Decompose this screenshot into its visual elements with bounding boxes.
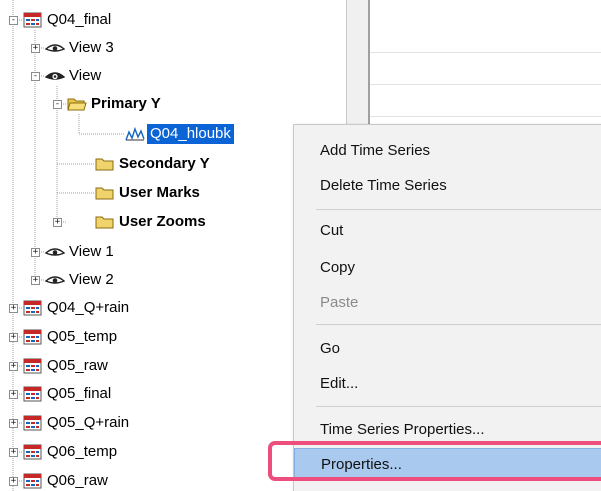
- eye-open-icon: [45, 68, 65, 84]
- tree-item-label: View 1: [69, 243, 114, 260]
- expand-toggle[interactable]: +: [31, 248, 40, 257]
- expand-toggle[interactable]: +: [9, 477, 18, 486]
- tree-item-view-1[interactable]: View 1: [45, 240, 114, 264]
- tree-item-q05-temp[interactable]: Q05_temp: [23, 325, 117, 349]
- expand-toggle[interactable]: +: [31, 44, 40, 53]
- tree-item-label: Primary Y: [91, 95, 161, 112]
- menu-separator: [316, 209, 601, 210]
- menu-separator: [316, 324, 601, 325]
- expand-toggle[interactable]: +: [31, 276, 40, 285]
- folder-icon: [95, 214, 115, 230]
- expand-toggle[interactable]: +: [53, 218, 62, 227]
- tree-item-q05-raw[interactable]: Q05_raw: [23, 354, 108, 378]
- tree-item-q04-final[interactable]: Q04_final: [23, 8, 111, 32]
- tree-item-label: View 3: [69, 39, 114, 56]
- expand-toggle[interactable]: +: [9, 390, 18, 399]
- tree-item-label: Q05_temp: [47, 328, 118, 345]
- eye-icon: [45, 272, 65, 288]
- collapse-toggle[interactable]: -: [53, 100, 62, 109]
- menu-item-paste[interactable]: Paste: [294, 287, 601, 317]
- tree-item-view[interactable]: View: [45, 64, 101, 88]
- eye-icon: [45, 244, 65, 260]
- menu-item-cut[interactable]: Cut: [294, 215, 601, 245]
- tree-item-user-zooms[interactable]: User Zooms: [95, 210, 206, 234]
- grid-line: [370, 84, 601, 85]
- expand-toggle[interactable]: +: [9, 448, 18, 457]
- tree-item-label: View 2: [69, 271, 114, 288]
- tree-item-view-2[interactable]: View 2: [45, 268, 114, 292]
- time-series-chart-icon: [125, 126, 145, 142]
- menu-item-go[interactable]: Go: [294, 333, 601, 363]
- expand-toggle[interactable]: +: [9, 304, 18, 313]
- tree-item-primary-y[interactable]: Primary Y: [67, 92, 161, 116]
- tree-item-q05-q-rain[interactable]: Q05_Q+rain: [23, 411, 129, 435]
- expand-toggle[interactable]: +: [9, 362, 18, 371]
- workspace-window: - + - - + + + + + + + + + + Q04_final Vi…: [0, 0, 601, 491]
- tree-item-secondary-y[interactable]: Secondary Y: [95, 152, 210, 176]
- tree-item-label: Q06_raw: [47, 472, 108, 489]
- timeseries-file-icon: [23, 329, 43, 345]
- tree-item-label: Q05_Q+rain: [47, 414, 130, 431]
- timeseries-file-icon: [23, 386, 43, 402]
- folder-icon: [95, 185, 115, 201]
- menu-item-edit[interactable]: Edit...: [294, 368, 601, 398]
- timeseries-file-icon: [23, 473, 43, 489]
- menu-item-delete-time-series[interactable]: Delete Time Series: [294, 170, 601, 200]
- tree-item-label: Q04_Q+rain: [47, 299, 130, 316]
- menu-item-properties[interactable]: Properties...: [294, 448, 601, 480]
- tree-item-label: Q06_temp: [47, 443, 118, 460]
- menu-item-add-time-series[interactable]: Add Time Series: [294, 135, 601, 165]
- tree-item-q06-raw[interactable]: Q06_raw: [23, 469, 108, 491]
- tree-item-label: Q05_final: [47, 385, 112, 402]
- tree-item-q04-hloubk[interactable]: Q04_hloubk: [125, 122, 234, 146]
- tree-item-label: Q04_final: [47, 11, 112, 28]
- expand-toggle[interactable]: +: [9, 419, 18, 428]
- context-menu: Add Time Series Delete Time Series Cut C…: [293, 124, 601, 491]
- grid-line: [370, 52, 601, 53]
- timeseries-file-icon: [23, 300, 43, 316]
- tree-item-label: Q04_hloubk: [147, 124, 234, 144]
- tree-item-label: View: [69, 67, 102, 84]
- collapse-toggle[interactable]: -: [9, 16, 18, 25]
- timeseries-file-icon: [23, 12, 43, 28]
- timeseries-file-icon: [23, 415, 43, 431]
- timeseries-file-icon: [23, 358, 43, 374]
- tree-item-q06-temp[interactable]: Q06_temp: [23, 440, 117, 464]
- tree-item-label: Q05_raw: [47, 357, 108, 374]
- folder-open-icon: [67, 96, 87, 112]
- tree-item-user-marks[interactable]: User Marks: [95, 181, 200, 205]
- menu-item-copy[interactable]: Copy: [294, 252, 601, 282]
- folder-icon: [95, 156, 115, 172]
- expand-toggle[interactable]: +: [9, 333, 18, 342]
- tree-item-q04-q-rain[interactable]: Q04_Q+rain: [23, 296, 129, 320]
- tree-item-q05-final[interactable]: Q05_final: [23, 382, 111, 406]
- collapse-toggle[interactable]: -: [31, 72, 40, 81]
- tree-item-label: User Marks: [119, 184, 200, 201]
- eye-icon: [45, 40, 65, 56]
- grid-line: [370, 116, 601, 117]
- menu-item-time-series-properties[interactable]: Time Series Properties...: [294, 414, 601, 444]
- menu-separator: [316, 406, 601, 407]
- timeseries-file-icon: [23, 444, 43, 460]
- tree-item-label: User Zooms: [119, 213, 206, 230]
- tree-item-view-3[interactable]: View 3: [45, 36, 114, 60]
- tree-item-label: Secondary Y: [119, 155, 210, 172]
